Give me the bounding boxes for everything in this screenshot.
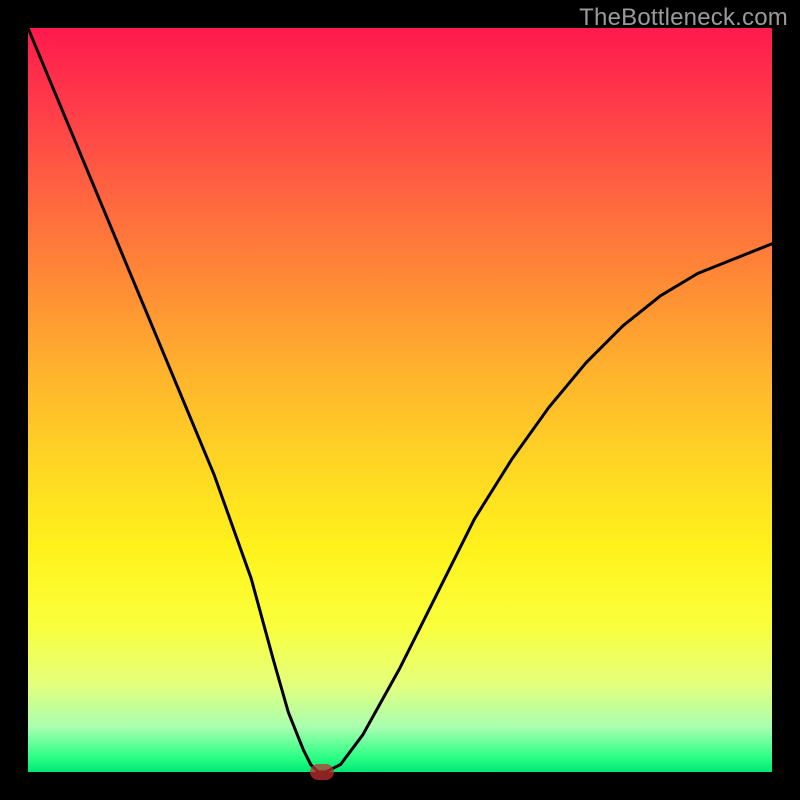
- plot-area: [28, 28, 772, 772]
- bottleneck-curve: [28, 28, 772, 772]
- chart-frame: TheBottleneck.com: [0, 0, 800, 800]
- watermark-text: TheBottleneck.com: [579, 4, 788, 32]
- optimal-point-marker: [310, 764, 334, 780]
